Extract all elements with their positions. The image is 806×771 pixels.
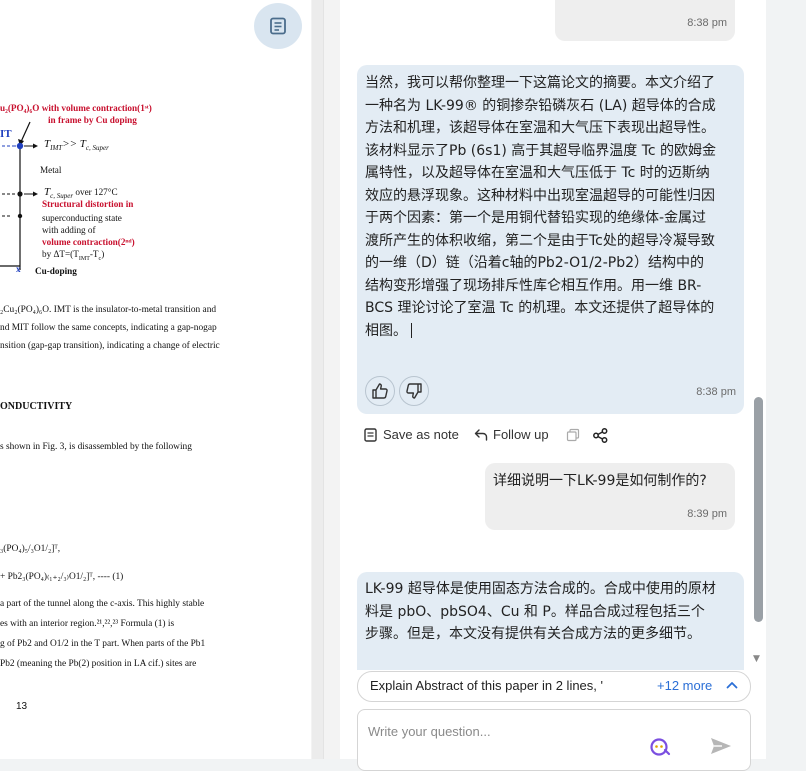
chevron-up-icon[interactable] bbox=[726, 681, 738, 689]
assistant-message: 当然，我可以帮你整理一下这篇论文的摘要。本文介绍了一种名为 LK-99® 的铜掺… bbox=[357, 65, 744, 414]
question-input[interactable] bbox=[366, 718, 630, 744]
user-message: 8:38 pm bbox=[555, 0, 735, 41]
chat-scroll-thumb[interactable] bbox=[754, 397, 763, 622]
fig-t-imt: TIMT>> Tc, Super bbox=[44, 138, 109, 153]
page-number: 13 bbox=[16, 701, 28, 712]
fig-mit-label: IT bbox=[0, 128, 12, 140]
formula-line: + Pb2₃(PO₄)₍₁₊₂/₃₎O1/₂]ᵀ, ---- (1) bbox=[0, 572, 124, 582]
assistant-message: LK-99 超导体是使用固态方法合成的。合成中使用的原材料是 pbO、pbSO4… bbox=[357, 572, 744, 670]
fig-structural-distortion: Structural distortion in bbox=[42, 199, 134, 209]
assistant-icon[interactable] bbox=[649, 737, 671, 757]
body-line: g of Pb2 and O1/2 in the T part. When pa… bbox=[0, 639, 206, 649]
pdf-page: u₂(PO₄)₆O with volume contraction(1ˢᵗ) i… bbox=[0, 0, 311, 759]
thumbs-up-button[interactable] bbox=[365, 376, 395, 406]
assistant-message-text: LK-99 超导体是使用固态方法合成的。合成中使用的原材料是 pbO、pbSO4… bbox=[365, 581, 716, 642]
body-line: a part of the tunnel along the c-axis. T… bbox=[0, 599, 205, 609]
message-time: 8:38 pm bbox=[696, 386, 736, 398]
fig-cu-doping: Cu-doping bbox=[35, 266, 77, 276]
share-icon bbox=[593, 428, 608, 443]
message-time: 8:38 pm bbox=[687, 17, 727, 29]
user-message-text: 详细说明一下LK-99是如何制作的? bbox=[493, 473, 707, 489]
fig-with-adding: with adding of bbox=[42, 225, 96, 235]
fig-sc-state: superconducting state bbox=[42, 213, 122, 223]
note-icon bbox=[364, 428, 377, 442]
suggested-question[interactable]: Explain Abstract of this paper in 2 line… bbox=[370, 678, 616, 693]
text-caret bbox=[411, 323, 412, 338]
pdf-scrollbar[interactable] bbox=[312, 0, 323, 759]
user-message: 详细说明一下LK-99是如何制作的? 8:39 pm bbox=[485, 463, 735, 530]
body-line: Pb2 (meaning the Pb(2) position in LA ci… bbox=[0, 659, 197, 669]
formula-line: ₃(PO₄)₅/₃O1/₂]ᵀ, bbox=[0, 544, 61, 554]
fig-by-delta-t: by ΔT=(TIMT-Tc) bbox=[42, 249, 105, 262]
caption-line: nd MIT follow the same concepts, indicat… bbox=[0, 323, 217, 333]
save-as-note-label: Save as note bbox=[383, 427, 459, 442]
caption-line: ₂Cu₂(PO₄)₆O. IMT is the insulator-to-met… bbox=[0, 305, 217, 315]
fig-title-line1: u₂(PO₄)₆O with volume contraction(1ˢᵗ) bbox=[0, 103, 152, 113]
question-box bbox=[357, 709, 751, 771]
reply-icon bbox=[474, 429, 488, 441]
section-heading: ONDUCTIVITY bbox=[0, 401, 73, 412]
thumbs-down-button[interactable] bbox=[399, 376, 429, 406]
note-icon bbox=[270, 17, 286, 35]
thumbs-down-icon bbox=[406, 383, 422, 399]
pane-divider[interactable] bbox=[323, 0, 341, 759]
copy-icon bbox=[566, 428, 580, 442]
send-icon[interactable] bbox=[710, 737, 732, 755]
fig-volume-contraction: volume contraction(2ⁿᵈ) bbox=[42, 237, 135, 247]
notes-button[interactable] bbox=[254, 3, 302, 49]
body-paragraph: s shown in Fig. 3, is disassembled by th… bbox=[0, 442, 192, 452]
fig-title-line2: in frame by Cu doping bbox=[48, 115, 137, 125]
suggested-question-bar[interactable]: Explain Abstract of this paper in 2 line… bbox=[357, 671, 751, 702]
follow-up-label: Follow up bbox=[493, 427, 549, 442]
thumbs-up-icon bbox=[372, 383, 388, 399]
pdf-viewer[interactable]: u₂(PO₄)₆O with volume contraction(1ˢᵗ) i… bbox=[0, 0, 323, 759]
message-time: 8:39 pm bbox=[687, 508, 727, 520]
body-line: es with an interior region.²¹,²²,²³ Form… bbox=[0, 619, 175, 629]
fig-x-label: x bbox=[16, 264, 21, 274]
scroll-down-arrow-icon[interactable]: ▼ bbox=[753, 654, 760, 664]
assistant-message-text: 当然，我可以帮你整理一下这篇论文的摘要。本文介绍了一种名为 LK-99® 的铜掺… bbox=[365, 75, 717, 339]
caption-line: nsition (gap-gap transition), indicating… bbox=[0, 341, 220, 351]
fig-metal-label: Metal bbox=[40, 165, 62, 175]
more-suggestions-button[interactable]: +12 more bbox=[657, 678, 712, 693]
